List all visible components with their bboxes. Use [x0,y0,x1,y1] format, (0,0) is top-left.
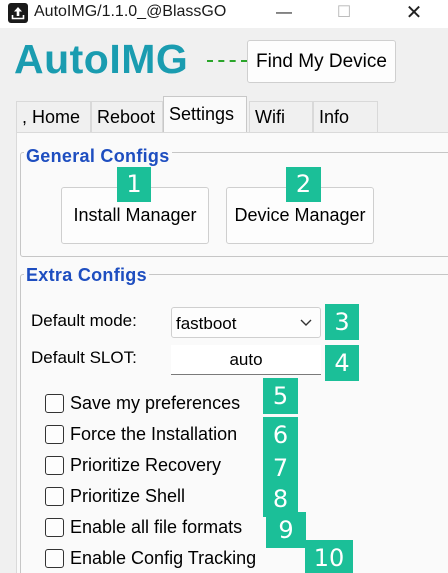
tab-reboot[interactable]: Reboot [91,101,163,132]
app-logo: AutoIMG [14,36,189,82]
checkbox-label: Enable Config Tracking [70,548,257,568]
default-slot-label: Default SLOT: [31,348,137,367]
extra-configs-title: Extra Configs [24,265,149,286]
general-configs-title: General Configs [24,146,172,167]
checkbox-box[interactable] [45,425,64,444]
checkbox-label: Prioritize Shell [70,486,186,506]
app-upload-icon [8,3,28,23]
tab-wifi[interactable]: Wifi [249,101,313,132]
checkbox-box[interactable] [45,549,64,568]
annotation-badge-4: 4 [325,345,359,381]
tab-settings[interactable]: Settings [163,96,247,132]
annotation-badge-5: 5 [263,378,298,414]
tab-info[interactable]: Info [313,101,378,132]
annotation-badge-6: 6 [263,417,298,453]
annotation-badge-3: 3 [325,304,359,340]
checkbox-label: Force the Installation [70,424,238,444]
chevron-down-icon [300,319,312,326]
annotation-badge-2: 2 [286,167,321,202]
close-button[interactable]: ✕ [391,0,437,28]
find-my-device-button[interactable]: Find My Device [247,40,396,83]
default-slot-input[interactable] [171,345,321,375]
checkbox-box[interactable] [45,487,64,506]
checkbox-label: Enable all file formats [70,517,243,537]
annotation-badge-10: 10 [305,540,353,573]
window-title: AutoIMG/1.1.0_@BlassGO [34,3,227,20]
default-mode-label: Default mode: [31,311,137,330]
checkbox-label: Prioritize Recovery [70,455,222,475]
checkbox-box[interactable] [45,518,64,537]
annotation-badge-9: 9 [266,512,306,548]
checkbox-box[interactable] [45,394,64,413]
maximize-button[interactable]: ☐ [321,0,367,28]
checkbox-box[interactable] [45,456,64,475]
title-bar: AutoIMG/1.1.0_@BlassGO — ☐ ✕ [0,0,448,28]
default-mode-value: fastboot [176,314,237,333]
tab-home[interactable]: , Home [16,101,91,132]
logo-connector-line [207,60,247,62]
annotation-badge-1: 1 [117,167,151,202]
default-mode-select[interactable]: fastboot [171,307,321,338]
minimize-button[interactable]: — [261,0,307,28]
checkbox-label: Save my preferences [70,393,241,413]
